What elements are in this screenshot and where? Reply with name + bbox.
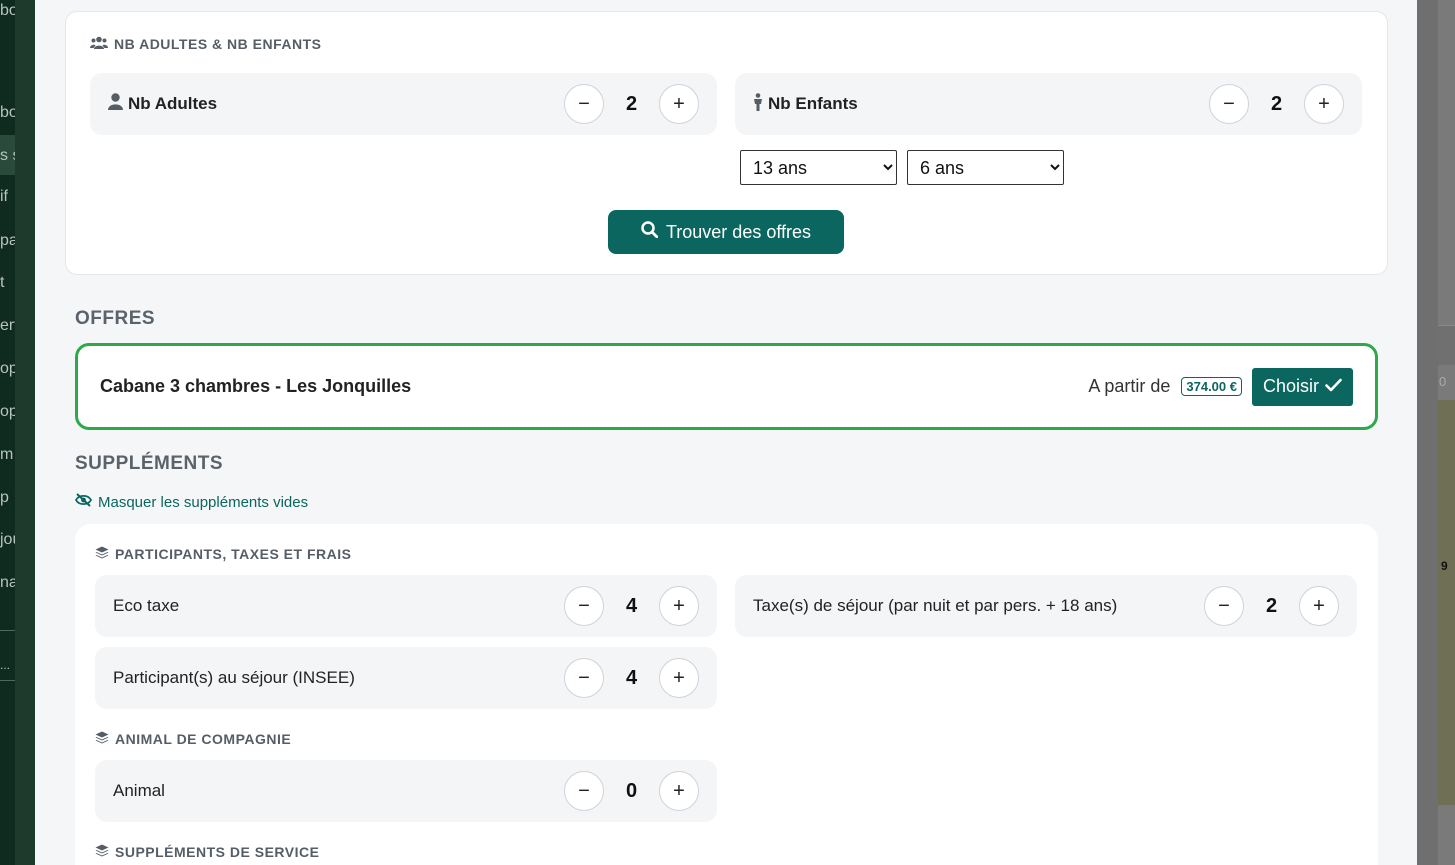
children-increment-button[interactable]: + (1304, 84, 1344, 124)
hide-empty-supplements-link[interactable]: Masquer les suppléments vides (74, 493, 309, 511)
background-sidebar-item: s s (0, 147, 15, 164)
group-header-participants: PARTICIPANTS, TAXES ET FRAIS (95, 546, 351, 562)
offer-card: Cabane 3 chambres - Les Jonquilles A par… (75, 343, 1378, 430)
eco-tax-increment-button[interactable]: + (659, 586, 699, 626)
tourist-tax-increment-button[interactable]: + (1299, 586, 1339, 626)
background-right-value: 9 (1441, 559, 1448, 573)
background-sidebar-item: pa (0, 232, 15, 249)
children-count: 2 (1270, 92, 1283, 115)
search-icon (641, 221, 659, 243)
guests-section-title: NB ADULTES & NB ENFANTS (114, 36, 322, 52)
tourist-tax-decrement-button[interactable]: − (1204, 586, 1244, 626)
layers-icon (95, 731, 109, 747)
background-right-band (1438, 325, 1455, 365)
adults-label: Nb Adultes (128, 94, 218, 113)
adults-increment-button[interactable]: + (659, 84, 699, 124)
group-title: SUPPLÉMENTS DE SERVICE (115, 844, 320, 860)
supplement-count: 2 (1265, 594, 1278, 617)
background-sidebar-item: if (0, 188, 8, 205)
children-stepper: − 2 + (1209, 84, 1344, 124)
supplement-label: Taxe(s) de séjour (par nuit et par pers.… (753, 596, 1118, 615)
supplement-tourist-tax: Taxe(s) de séjour (par nuit et par pers.… (735, 575, 1357, 637)
find-offers-label: Trouver des offres (665, 221, 812, 242)
supplements-card: PARTICIPANTS, TAXES ET FRAIS Eco taxe − … (75, 524, 1378, 865)
offer-name: Cabane 3 chambres - Les Jonquilles (100, 376, 412, 396)
background-divider (0, 680, 15, 681)
find-offers-button[interactable]: Trouver des offres (608, 210, 844, 254)
users-icon (90, 36, 108, 52)
background-sidebar-item: jou (0, 531, 15, 548)
animal-decrement-button[interactable]: − (564, 771, 604, 811)
child-age-select-1[interactable]: 13 ans (740, 150, 897, 185)
offer-from-label: A partir de (1088, 376, 1171, 396)
supplement-label: Animal (113, 781, 165, 800)
supplement-animal: Animal − 0 + (95, 760, 717, 822)
adults-count: 2 (625, 92, 638, 115)
check-icon (1325, 376, 1342, 397)
supplement-label: Participant(s) au séjour (INSEE) (113, 668, 355, 687)
children-label-wrap: Nb Enfants (753, 92, 1209, 116)
eco-tax-decrement-button[interactable]: − (564, 586, 604, 626)
adults-counter: Nb Adultes − 2 + (90, 73, 717, 135)
children-label: Nb Enfants (768, 94, 858, 113)
background-sidebar-item: bo (0, 104, 15, 121)
hide-empty-supplements-label: Masquer les suppléments vides (98, 493, 309, 511)
supplement-label: Eco taxe (113, 596, 180, 615)
background-divider (0, 630, 15, 631)
background-sidebar-item: t (0, 274, 5, 291)
background-right-highlight (1438, 400, 1455, 805)
background-right-value: 0 (1439, 374, 1447, 389)
adults-label-wrap: Nb Adultes (108, 93, 564, 115)
adults-stepper: − 2 + (564, 84, 699, 124)
animal-increment-button[interactable]: + (659, 771, 699, 811)
participants-increment-button[interactable]: + (659, 658, 699, 698)
group-header-service: SUPPLÉMENTS DE SERVICE (95, 844, 319, 860)
supplement-stepper: − 4 + (564, 658, 699, 698)
supplement-participants: Participant(s) au séjour (INSEE) − 4 + (95, 647, 717, 709)
background-sidebar-item: p (0, 489, 9, 506)
adults-decrement-button[interactable]: − (564, 84, 604, 124)
supplement-count: 0 (625, 779, 638, 802)
background-sidebar-strip: bo bo s s if pa t erv op op m p jou na .… (0, 0, 15, 865)
supplement-count: 4 (625, 666, 638, 689)
guests-section-header: NB ADULTES & NB ENFANTS (90, 36, 322, 52)
supplement-stepper: − 0 + (564, 771, 699, 811)
background-sidebar-item: erv (0, 317, 15, 334)
group-header-pet: ANIMAL DE COMPAGNIE (95, 731, 291, 747)
offer-price-badge: 374.00 € (1181, 377, 1242, 396)
background-sidebar-item: bo (0, 2, 15, 19)
layers-icon (95, 546, 109, 562)
children-decrement-button[interactable]: − (1209, 84, 1249, 124)
booking-modal: NB ADULTES & NB ENFANTS Nb Adultes − 2 +… (35, 0, 1417, 865)
offers-title: OFFRES (75, 308, 156, 329)
group-title: PARTICIPANTS, TAXES ET FRAIS (115, 546, 352, 562)
layers-icon (95, 844, 109, 860)
child-icon (753, 92, 763, 116)
supplement-stepper: − 2 + (1204, 586, 1339, 626)
user-icon (108, 93, 123, 115)
child-age-select-2[interactable]: 6 ans (907, 150, 1064, 185)
participants-decrement-button[interactable]: − (564, 658, 604, 698)
background-sidebar-item: na (0, 574, 15, 591)
background-sidebar-item: m (0, 446, 14, 463)
children-counter: Nb Enfants − 2 + (735, 73, 1362, 135)
eye-slash-icon (74, 493, 93, 511)
choose-offer-label: Choisir (1262, 376, 1319, 396)
supplement-stepper: − 4 + (564, 586, 699, 626)
supplement-count: 4 (625, 594, 638, 617)
choose-offer-button[interactable]: Choisir (1251, 367, 1353, 406)
supplements-title: SUPPLÉMENTS (75, 453, 224, 474)
background-right: 0 9 (1417, 0, 1455, 865)
group-title: ANIMAL DE COMPAGNIE (115, 731, 292, 747)
background-sidebar-item: op (0, 403, 15, 420)
background-sidebar-item: ... (0, 658, 11, 672)
background-sidebar-item: op (0, 360, 15, 377)
supplement-eco-tax: Eco taxe − 4 + (95, 575, 717, 637)
